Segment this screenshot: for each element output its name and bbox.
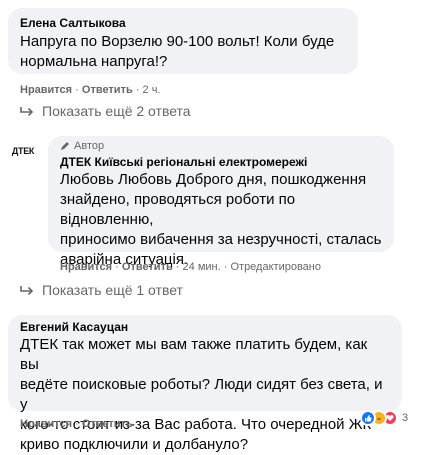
comment-bubble-1: Елена Салтыкова Напруга по Ворзелю 90-10…: [8, 8, 358, 74]
show-more-replies-link[interactable]: Показать ещё 1 ответ: [20, 282, 183, 298]
comment-author[interactable]: Елена Салтыкова: [20, 16, 346, 30]
comment-author[interactable]: ДТЕК Київські регіональні електромережі: [60, 155, 382, 169]
reply-button[interactable]: Ответить: [122, 261, 173, 273]
reply-button[interactable]: Ответить: [82, 84, 133, 96]
comment-bubble-3: Евгений Касауцан ДТЕК так может мы вам т…: [8, 315, 402, 453]
reply-button[interactable]: Ответить: [82, 418, 133, 430]
comment-text: Любовь Любовь Доброго дня, пошкодження з…: [60, 171, 382, 268]
like-button[interactable]: Нравится: [20, 84, 72, 96]
comment-text: ДТЕК так может мы вам также платить буде…: [20, 336, 383, 453]
comment-author[interactable]: Евгений Касауцан: [20, 320, 390, 334]
avatar[interactable]: ДТЕК: [6, 134, 40, 168]
comment-timestamp[interactable]: 2 ч.: [143, 84, 161, 96]
edited-label: Отредактировано: [230, 261, 321, 273]
show-more-replies-link[interactable]: Показать ещё 2 ответа: [20, 103, 191, 119]
reaction-summary[interactable]: 3: [360, 410, 408, 426]
like-button[interactable]: Нравится: [60, 261, 112, 273]
comment-bubble-2: Автор ДТЕК Київські регіональні електром…: [48, 136, 394, 268]
reply-arrow-icon: [20, 286, 34, 295]
comment-actions-2: Нравится · Ответить · 24 мин. · Отредакт…: [60, 261, 321, 273]
reaction-count: 3: [402, 412, 409, 424]
reply-arrow-icon: [20, 107, 34, 116]
author-badge: Автор: [60, 140, 382, 152]
like-icon: [360, 410, 376, 426]
comment-actions-3: Нравится · Ответить: [20, 418, 133, 430]
pencil-icon: [61, 142, 69, 150]
comment-text: Напруга по Ворзелю 90-100 вольт! Коли бу…: [20, 33, 335, 70]
comment-timestamp[interactable]: 24 мин.: [183, 261, 221, 273]
like-button[interactable]: Нравится: [20, 418, 72, 430]
comment-actions-1: Нравится · Ответить · 2 ч.: [20, 84, 161, 96]
